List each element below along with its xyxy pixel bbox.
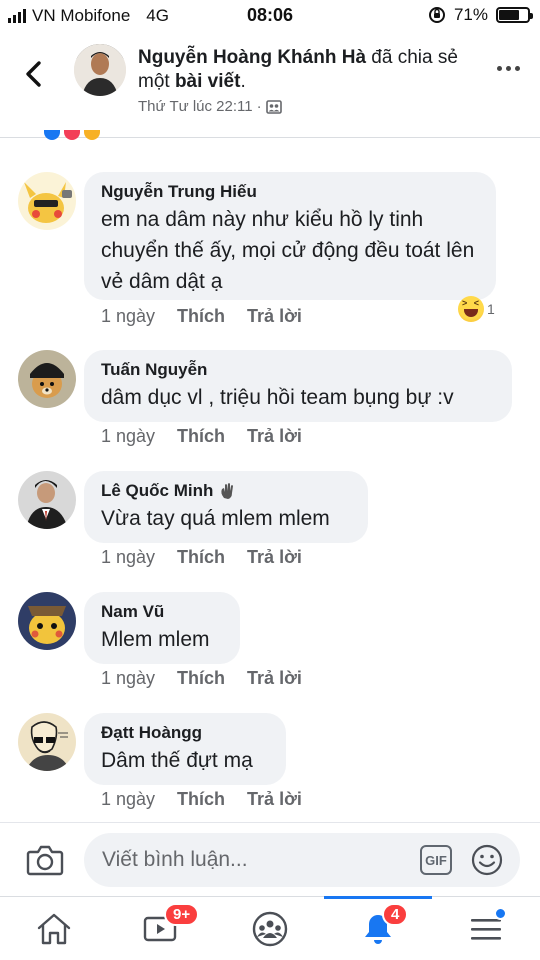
comment-reaction-count[interactable]: 1 <box>458 296 495 322</box>
haha-reaction-icon <box>84 130 100 140</box>
comment: Nam Vũ Mlem mlem 1 ngày Thích Trả lời <box>18 592 528 702</box>
reply-button[interactable]: Trả lời <box>247 789 302 810</box>
pikachu-detective-avatar-image <box>18 592 76 650</box>
reactions-summary-peek <box>44 130 100 140</box>
status-bar: VN Mobifone 4G 08:06 71% <box>0 0 540 32</box>
comment-bubble[interactable]: Nguyễn Trung Hiếu em na dâm này như kiểu… <box>84 172 496 300</box>
commenter-avatar[interactable] <box>18 713 76 771</box>
comment-actions: 1 ngày Thích Trả lời <box>101 426 324 447</box>
comment-text: em na dâm này như kiểu hồ ly tinh chuyển… <box>101 208 475 293</box>
commenter-avatar[interactable] <box>18 350 76 408</box>
camera-button[interactable] <box>26 843 64 882</box>
like-button[interactable]: Thích <box>177 789 225 810</box>
comment: Lê Quốc Minh Vừa tay quá mlem mlem 1 ngà… <box>18 471 528 581</box>
dot <box>515 66 520 71</box>
tab-groups[interactable] <box>216 897 324 960</box>
like-button[interactable]: Thích <box>177 547 225 568</box>
comment-bubble[interactable]: Đạtt Hoàngg Dâm thế đựt mạ <box>84 713 286 785</box>
watch-badge: 9+ <box>164 903 200 926</box>
orientation-lock-icon <box>428 7 445 23</box>
haha-reaction-icon <box>458 296 484 322</box>
notifications-badge: 4 <box>382 903 409 926</box>
reaction-count: 1 <box>487 301 495 317</box>
commenter-name-row: Lê Quốc Minh <box>101 481 352 501</box>
author-name[interactable]: Nguyễn Hoàng Khánh Hà <box>138 47 366 68</box>
comment-composer: Viết bình luận... GIF <box>0 822 540 896</box>
comment-bubble[interactable]: Tuấn Nguyễn dâm dục vl , triệu hồi team … <box>84 350 512 422</box>
comment: Tuấn Nguyễn dâm dục vl , triệu hồi team … <box>18 350 528 460</box>
comment-text: Mlem mlem <box>101 628 210 651</box>
comment-bubble[interactable]: Nam Vũ Mlem mlem <box>84 592 240 664</box>
tab-home[interactable] <box>0 897 108 960</box>
comment-time[interactable]: 1 ngày <box>101 547 155 568</box>
comment-time[interactable]: 1 ngày <box>101 668 155 689</box>
battery-percent: 71% <box>453 5 488 24</box>
commenter-name[interactable]: Nguyễn Trung Hiếu <box>101 182 480 202</box>
love-reaction-icon <box>64 130 80 140</box>
comment-time[interactable]: 1 ngày <box>101 426 155 447</box>
tab-watch[interactable]: 9+ <box>108 897 216 960</box>
menu-notification-dot <box>494 907 507 920</box>
home-icon <box>37 913 71 945</box>
shared-object-link[interactable]: bài viết <box>175 71 240 92</box>
like-button[interactable]: Thích <box>177 426 225 447</box>
groups-icon <box>252 911 288 947</box>
like-button[interactable]: Thích <box>177 306 225 327</box>
post-header: Nguyễn Hoàng Khánh Hà đã chia sẻ một bài… <box>0 32 540 138</box>
author-avatar[interactable] <box>74 44 126 96</box>
comment-actions: 1 ngày Thích Trả lời <box>101 547 324 568</box>
commenter-name[interactable]: Tuấn Nguyễn <box>101 360 496 380</box>
person-photo <box>74 44 126 96</box>
more-options-button[interactable] <box>497 66 520 71</box>
commenter-avatar[interactable] <box>18 471 76 529</box>
comment-input[interactable]: Viết bình luận... GIF <box>84 833 520 887</box>
header-end-punct: . <box>240 71 246 92</box>
post-header-title: Nguyễn Hoàng Khánh Hà đã chia sẻ một bài… <box>138 46 468 94</box>
comment: Đạtt Hoàngg Dâm thế đựt mạ 1 ngày Thích … <box>18 713 528 823</box>
like-button[interactable]: Thích <box>177 668 225 689</box>
comment-input-placeholder: Viết bình luận... <box>102 848 248 871</box>
meta-separator: · <box>256 98 262 115</box>
smiley-icon <box>471 844 503 876</box>
back-button[interactable] <box>18 54 48 94</box>
sketch-avatar-image <box>18 713 76 771</box>
comment-actions: 1 ngày Thích Trả lời <box>101 306 324 327</box>
camera-icon <box>26 845 64 876</box>
emoji-button[interactable] <box>470 843 504 882</box>
commenter-name[interactable]: Nam Vũ <box>101 602 224 622</box>
reply-button[interactable]: Trả lời <box>247 547 302 568</box>
reply-button[interactable]: Trả lời <box>247 306 302 327</box>
person-avatar-image <box>18 471 76 529</box>
post-timestamp[interactable]: Thứ Tư lúc 22:11 <box>138 98 253 115</box>
gif-button[interactable]: GIF <box>420 845 452 875</box>
comment-text: Vừa tay quá mlem mlem <box>101 507 330 530</box>
commenter-name[interactable]: Đạtt Hoàngg <box>101 723 270 743</box>
commenter-name[interactable]: Lê Quốc Minh <box>101 481 213 501</box>
comment-bubble[interactable]: Lê Quốc Minh Vừa tay quá mlem mlem <box>84 471 368 543</box>
comment: Nguyễn Trung Hiếu em na dâm này như kiểu… <box>18 172 528 342</box>
comment-text: dâm dục vl , triệu hồi team bụng bự :v <box>101 386 454 409</box>
comment-time[interactable]: 1 ngày <box>101 789 155 810</box>
tab-notifications[interactable]: 4 <box>324 896 432 960</box>
dot <box>506 66 511 71</box>
reply-button[interactable]: Trả lời <box>247 668 302 689</box>
dot <box>497 66 502 71</box>
comment-actions: 1 ngày Thích Trả lời <box>101 789 324 810</box>
post-meta: Thứ Tư lúc 22:11 · <box>138 98 282 115</box>
bottom-tab-bar: 9+ 4 <box>0 896 540 960</box>
comment-text: Dâm thế đựt mạ <box>101 749 253 772</box>
waving-hand-icon <box>221 483 234 499</box>
chevron-left-icon <box>26 61 41 87</box>
like-reaction-icon <box>44 130 60 140</box>
battery-icon <box>496 7 533 23</box>
pikachu-avatar-image <box>18 172 76 230</box>
comment-actions: 1 ngày Thích Trả lời <box>101 668 324 689</box>
tab-menu[interactable] <box>432 897 540 960</box>
privacy-icon <box>265 99 282 114</box>
commenter-avatar[interactable] <box>18 172 76 230</box>
commenter-avatar[interactable] <box>18 592 76 650</box>
dog-avatar-image <box>18 350 76 408</box>
comment-time[interactable]: 1 ngày <box>101 306 155 327</box>
reply-button[interactable]: Trả lời <box>247 426 302 447</box>
